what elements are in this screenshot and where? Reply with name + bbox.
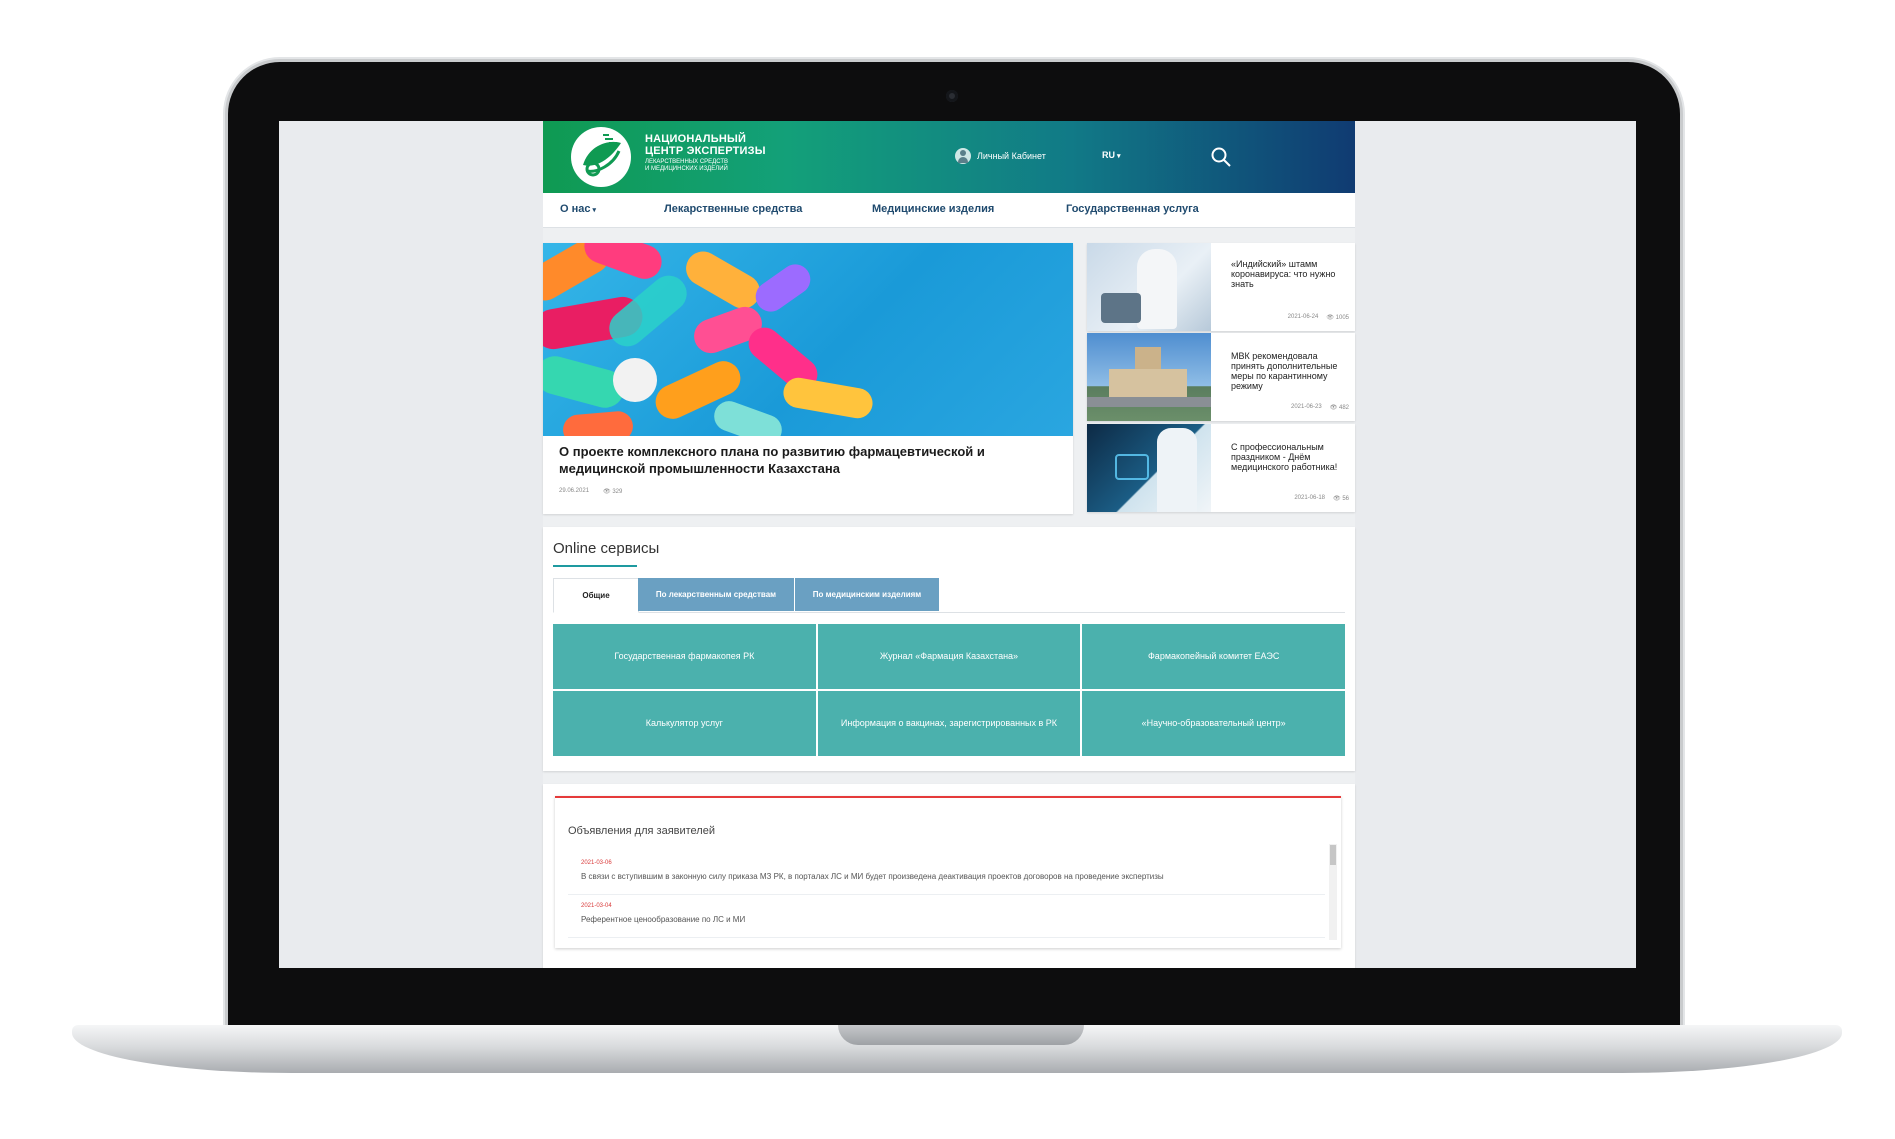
announcements-section: Объявления для заявителей 2021-03-06 В с… (543, 784, 1355, 968)
service-education-center[interactable]: «Научно-образовательный центр» (1082, 691, 1345, 756)
logo-line-1: НАЦИОНАЛЬНЫЙ (645, 133, 747, 145)
hero-image-pills (543, 243, 1073, 436)
announcement-date: 2021-03-04 (581, 903, 612, 909)
side-news-title: «Индийский» штамм коронавируса: что нужн… (1231, 259, 1336, 289)
service-pharmacopoeia[interactable]: Государственная фармакопея РК (553, 624, 816, 689)
language-selector[interactable]: RU ▾ (1102, 150, 1121, 160)
side-news-meta: 2021-06-23 👁 482 (1291, 404, 1349, 411)
views-count: 482 (1338, 405, 1349, 411)
service-vaccines[interactable]: Информация о вакцинах, зарегистрированны… (817, 691, 1081, 756)
logo-text: НАЦИОНАЛЬНЫЙ ЦЕНТР ЭКСПЕРТИЗЫ ЛЕКАРСТВЕН… (645, 133, 766, 173)
tab-general[interactable]: Общие (553, 578, 639, 613)
search-icon[interactable] (1210, 146, 1232, 168)
language-label: RU (1102, 150, 1115, 160)
hero-news-meta: 29.06.2021 👁 329 (559, 488, 622, 495)
logo-icon[interactable] (569, 125, 633, 189)
camera-icon (946, 90, 958, 102)
side-news-date: 2021-06-24 (1287, 314, 1319, 320)
logo-line-4: И МЕДИЦИНСКИХ ИЗДЕЛИЙ (645, 166, 728, 172)
views-count: 1005 (1335, 315, 1349, 321)
side-news-views: 👁 56 (1333, 496, 1349, 502)
hero-news-card[interactable]: О проекте комплексного плана по развитию… (543, 243, 1073, 514)
nav-gov-service[interactable]: Государственная услуга (1066, 203, 1199, 215)
side-news-item[interactable]: «Индийский» штамм коронавируса: что нужн… (1087, 243, 1355, 331)
hero-news-date: 29.06.2021 (559, 488, 590, 494)
news-image-lab (1087, 243, 1211, 331)
list-item[interactable]: 2021-03-04 Референтное ценообразование п… (568, 895, 1325, 938)
chevron-down-icon: ▾ (1117, 153, 1121, 160)
tab-devices[interactable]: По медицинским изделиям (795, 578, 939, 611)
side-news-item[interactable]: МВК рекомендовала принять дополнительные… (1087, 333, 1355, 421)
announcements-card: Объявления для заявителей 2021-03-06 В с… (555, 796, 1341, 948)
nav-about-label: О нас (560, 203, 591, 215)
main-nav: О нас ▾ Лекарственные средства Медицински… (543, 193, 1355, 228)
hero-news-views: 👁 329 (603, 489, 623, 495)
announcements-list: 2021-03-06 В связи с вступившим в законн… (568, 852, 1325, 944)
nav-devices[interactable]: Медицинские изделия (872, 203, 994, 215)
services-tabs: Общие По лекарственным средствам По меди… (553, 578, 1345, 613)
side-news-date: 2021-06-23 (1290, 404, 1322, 410)
news-image-doctor (1087, 424, 1211, 512)
news-image-building (1087, 333, 1211, 421)
chevron-down-icon: ▾ (592, 207, 597, 214)
announcement-text: В связи с вступившим в законную силу при… (581, 872, 1164, 881)
personal-cabinet-link[interactable]: Личный Кабинет (955, 148, 1046, 164)
user-icon (955, 148, 971, 164)
views-count: 56 (1342, 496, 1349, 502)
scrollbar-thumb[interactable] (1330, 845, 1336, 865)
side-news-title: С профессиональным праздником - Днём мед… (1231, 442, 1338, 472)
side-news-item[interactable]: С профессиональным праздником - Днём мед… (1087, 424, 1355, 512)
logo-line-2: ЦЕНТР ЭКСПЕРТИЗЫ (645, 145, 766, 157)
views-count: 329 (612, 489, 623, 495)
site-header: НАЦИОНАЛЬНЫЙ ЦЕНТР ЭКСПЕРТИЗЫ ЛЕКАРСТВЕН… (543, 121, 1355, 193)
service-eaeu-committee[interactable]: Фармакопейный комитет ЕАЭС (1082, 624, 1345, 689)
online-services-title: Online сервисы (553, 540, 660, 557)
services-grid: Государственная фармакопея РК Журнал «Фа… (553, 624, 1345, 756)
website: НАЦИОНАЛЬНЫЙ ЦЕНТР ЭКСПЕРТИЗЫ ЛЕКАРСТВЕН… (543, 121, 1355, 968)
side-news-views: 👁 1005 (1326, 315, 1349, 321)
hero-news-title: О проекте комплексного плана по развитию… (559, 444, 985, 476)
tab-drugs[interactable]: По лекарственным средствам (638, 578, 794, 611)
side-news-meta: 2021-06-24 👁 1005 (1288, 314, 1349, 321)
laptop-notch (838, 1025, 1084, 1045)
nav-about[interactable]: О нас ▾ (560, 203, 596, 215)
side-news-meta: 2021-06-18 👁 56 (1294, 495, 1349, 502)
service-calculator[interactable]: Калькулятор услуг (553, 691, 816, 756)
logo-line-3: ЛЕКАРСТВЕННЫХ СРЕДСТВ (645, 159, 729, 165)
service-journal[interactable]: Журнал «Фармация Казахстана» (817, 624, 1081, 689)
announcement-date: 2021-03-06 (581, 860, 612, 866)
nav-drugs[interactable]: Лекарственные средства (664, 203, 802, 215)
online-services-panel: Online сервисы Общие По лекарственным ср… (543, 527, 1355, 771)
personal-cabinet-label: Личный Кабинет (977, 151, 1046, 161)
title-underline (553, 565, 637, 567)
list-item[interactable]: 2021-03-06 В связи с вступившим в законн… (568, 852, 1325, 895)
side-news-views: 👁 482 (1329, 405, 1349, 411)
side-news-title: МВК рекомендовала принять дополнительные… (1231, 351, 1338, 391)
laptop-screen: НАЦИОНАЛЬНЫЙ ЦЕНТР ЭКСПЕРТИЗЫ ЛЕКАРСТВЕН… (279, 121, 1636, 968)
announcement-text: Референтное ценообразование по ЛС и МИ (581, 915, 746, 924)
announcements-title: Объявления для заявителей (568, 825, 715, 837)
side-news-date: 2021-06-18 (1294, 495, 1326, 501)
